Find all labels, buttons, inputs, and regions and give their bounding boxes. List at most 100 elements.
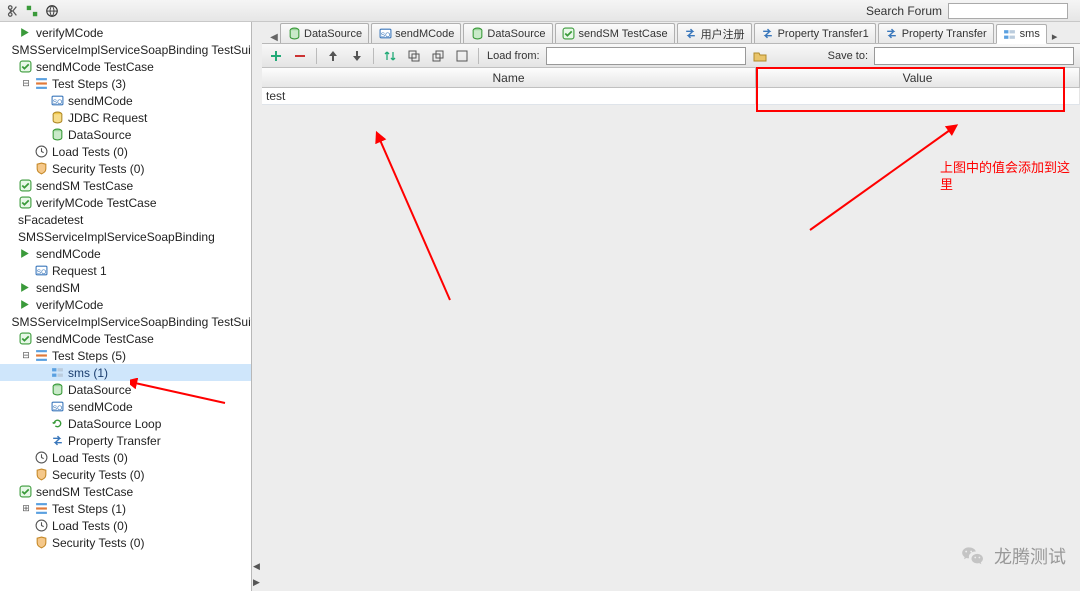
- tree-toggle-spacer: [20, 520, 32, 532]
- collapse-right-icon[interactable]: ▶: [252, 575, 261, 589]
- tree-node[interactable]: Security Tests (0): [0, 466, 251, 483]
- tree-node[interactable]: ⊟ Test Steps (3): [0, 75, 251, 92]
- scissors-icon[interactable]: [4, 3, 20, 19]
- tab-overflow-icon[interactable]: ▸: [1049, 30, 1061, 43]
- editor-tab[interactable]: Property Transfer: [878, 23, 994, 43]
- tree-node-label: sendSM TestCase: [36, 179, 133, 193]
- tree-node[interactable]: verifyMCode TestCase: [0, 194, 251, 211]
- column-header-value[interactable]: Value: [756, 68, 1080, 87]
- tab-label: sendMCode: [395, 28, 454, 40]
- tree-node-label: verifyMCode: [36, 298, 103, 312]
- tree-node[interactable]: sendSM: [0, 279, 251, 296]
- down-icon[interactable]: [349, 48, 365, 64]
- tree-node[interactable]: SMSServiceImplServiceSoapBinding TestSui…: [0, 313, 251, 330]
- tree-node[interactable]: JDBC Request: [0, 109, 251, 126]
- add-icon[interactable]: [268, 48, 284, 64]
- tree-node[interactable]: sms (1): [0, 364, 251, 381]
- globe-icon[interactable]: [44, 3, 60, 19]
- editor-tab[interactable]: sendSM TestCase: [555, 23, 675, 43]
- tree-node-label: Security Tests (0): [52, 536, 144, 550]
- copy-in-icon[interactable]: [430, 48, 446, 64]
- tree-node-label: Security Tests (0): [52, 468, 144, 482]
- collapse-left-icon[interactable]: ◀: [252, 559, 261, 573]
- tree-node[interactable]: ⊞ Test Steps (1): [0, 500, 251, 517]
- tree-node-label: sendMCode: [68, 400, 133, 414]
- tree-node[interactable]: sendSM TestCase: [0, 177, 251, 194]
- tree-node-label: sendSM TestCase: [36, 485, 133, 499]
- tree-toggle-spacer: [4, 316, 7, 328]
- tree-node-label: verifyMCode TestCase: [36, 196, 157, 210]
- editor-tab[interactable]: Property Transfer1: [754, 23, 876, 43]
- tree-node[interactable]: Property Transfer: [0, 432, 251, 449]
- tree-node[interactable]: Load Tests (0): [0, 517, 251, 534]
- splitter[interactable]: ◀ ▶: [252, 22, 262, 591]
- tree-node[interactable]: sendMCode TestCase: [0, 330, 251, 347]
- tree-node[interactable]: Load Tests (0): [0, 143, 251, 160]
- copy-out-icon[interactable]: [406, 48, 422, 64]
- remove-icon[interactable]: [292, 48, 308, 64]
- editor-tab[interactable]: sms: [996, 24, 1047, 44]
- tree-node[interactable]: ⊟ Test Steps (5): [0, 347, 251, 364]
- tree-node-label: sendMCode TestCase: [36, 60, 154, 74]
- editor-tab[interactable]: SO sendMCode: [371, 23, 461, 43]
- tools-icon[interactable]: [24, 3, 40, 19]
- editor-tab[interactable]: DataSource: [463, 23, 552, 43]
- tree-node-label: Test Steps (1): [52, 502, 126, 516]
- load-from-input[interactable]: [546, 47, 746, 65]
- tree-node[interactable]: sendSM TestCase: [0, 483, 251, 500]
- tab-scroll-left-icon[interactable]: ◀: [268, 32, 280, 43]
- arrow-right-green-icon: [18, 246, 33, 261]
- search-forum-input[interactable]: [948, 3, 1068, 19]
- editor-tab[interactable]: DataSource: [280, 23, 369, 43]
- tree-node[interactable]: Security Tests (0): [0, 534, 251, 551]
- tree-node-label: Test Steps (5): [52, 349, 126, 363]
- transfer-icon: [761, 27, 775, 41]
- tree-toggle-spacer: [4, 180, 16, 192]
- clock-icon: [34, 518, 49, 533]
- column-header-name[interactable]: Name: [262, 68, 756, 87]
- cell-name[interactable]: test: [262, 88, 756, 104]
- tree-node[interactable]: DataSource: [0, 126, 251, 143]
- expand-icon[interactable]: ⊞: [20, 503, 32, 515]
- tree-node[interactable]: SORequest 1: [0, 262, 251, 279]
- tree-toggle-spacer: [4, 282, 16, 294]
- tree-toggle-spacer: [36, 418, 48, 430]
- save-to-input[interactable]: [874, 47, 1074, 65]
- soap-icon: SO: [378, 27, 392, 41]
- tree-node[interactable]: SOsendMCode: [0, 398, 251, 415]
- up-icon[interactable]: [325, 48, 341, 64]
- svg-text:SO: SO: [380, 32, 389, 39]
- tree-node[interactable]: SMSServiceImplServiceSoapBinding TestSui…: [0, 41, 251, 58]
- clear-icon[interactable]: [454, 48, 470, 64]
- tree-node[interactable]: SOsendMCode: [0, 92, 251, 109]
- tree-node[interactable]: DataSource: [0, 381, 251, 398]
- table-row[interactable]: test: [262, 88, 1080, 105]
- tree-toggle-spacer: [36, 112, 48, 124]
- tab-label: Property Transfer1: [778, 28, 869, 40]
- collapse-icon[interactable]: ⊟: [20, 78, 32, 90]
- sort-icon[interactable]: [382, 48, 398, 64]
- tree-node[interactable]: sFacadetest: [0, 211, 251, 228]
- tree-node[interactable]: DataSource Loop: [0, 415, 251, 432]
- check-green-icon: [18, 331, 33, 346]
- tree-toggle-spacer: [4, 333, 16, 345]
- tree-node[interactable]: SMSServiceImplServiceSoapBinding: [0, 228, 251, 245]
- cell-value[interactable]: [756, 88, 1080, 104]
- collapse-icon[interactable]: ⊟: [20, 350, 32, 362]
- tree-node[interactable]: verifyMCode: [0, 296, 251, 313]
- check-green-icon: [18, 59, 33, 74]
- tree-toggle-spacer: [4, 44, 7, 56]
- tree-node[interactable]: Load Tests (0): [0, 449, 251, 466]
- tree-node-label: Test Steps (3): [52, 77, 126, 91]
- tab-label: sms: [1020, 28, 1040, 40]
- editor-tab[interactable]: 用户注册: [677, 23, 752, 43]
- tree-node[interactable]: verifyMCode: [0, 24, 251, 41]
- tree-toggle-spacer: [4, 27, 16, 39]
- browse-load-icon[interactable]: [752, 48, 768, 64]
- tree-node[interactable]: sendMCode: [0, 245, 251, 262]
- jdbc-icon: [50, 110, 65, 125]
- transfer-icon: [684, 27, 698, 41]
- tree-toggle-spacer: [20, 265, 32, 277]
- tree-node[interactable]: Security Tests (0): [0, 160, 251, 177]
- tree-node[interactable]: sendMCode TestCase: [0, 58, 251, 75]
